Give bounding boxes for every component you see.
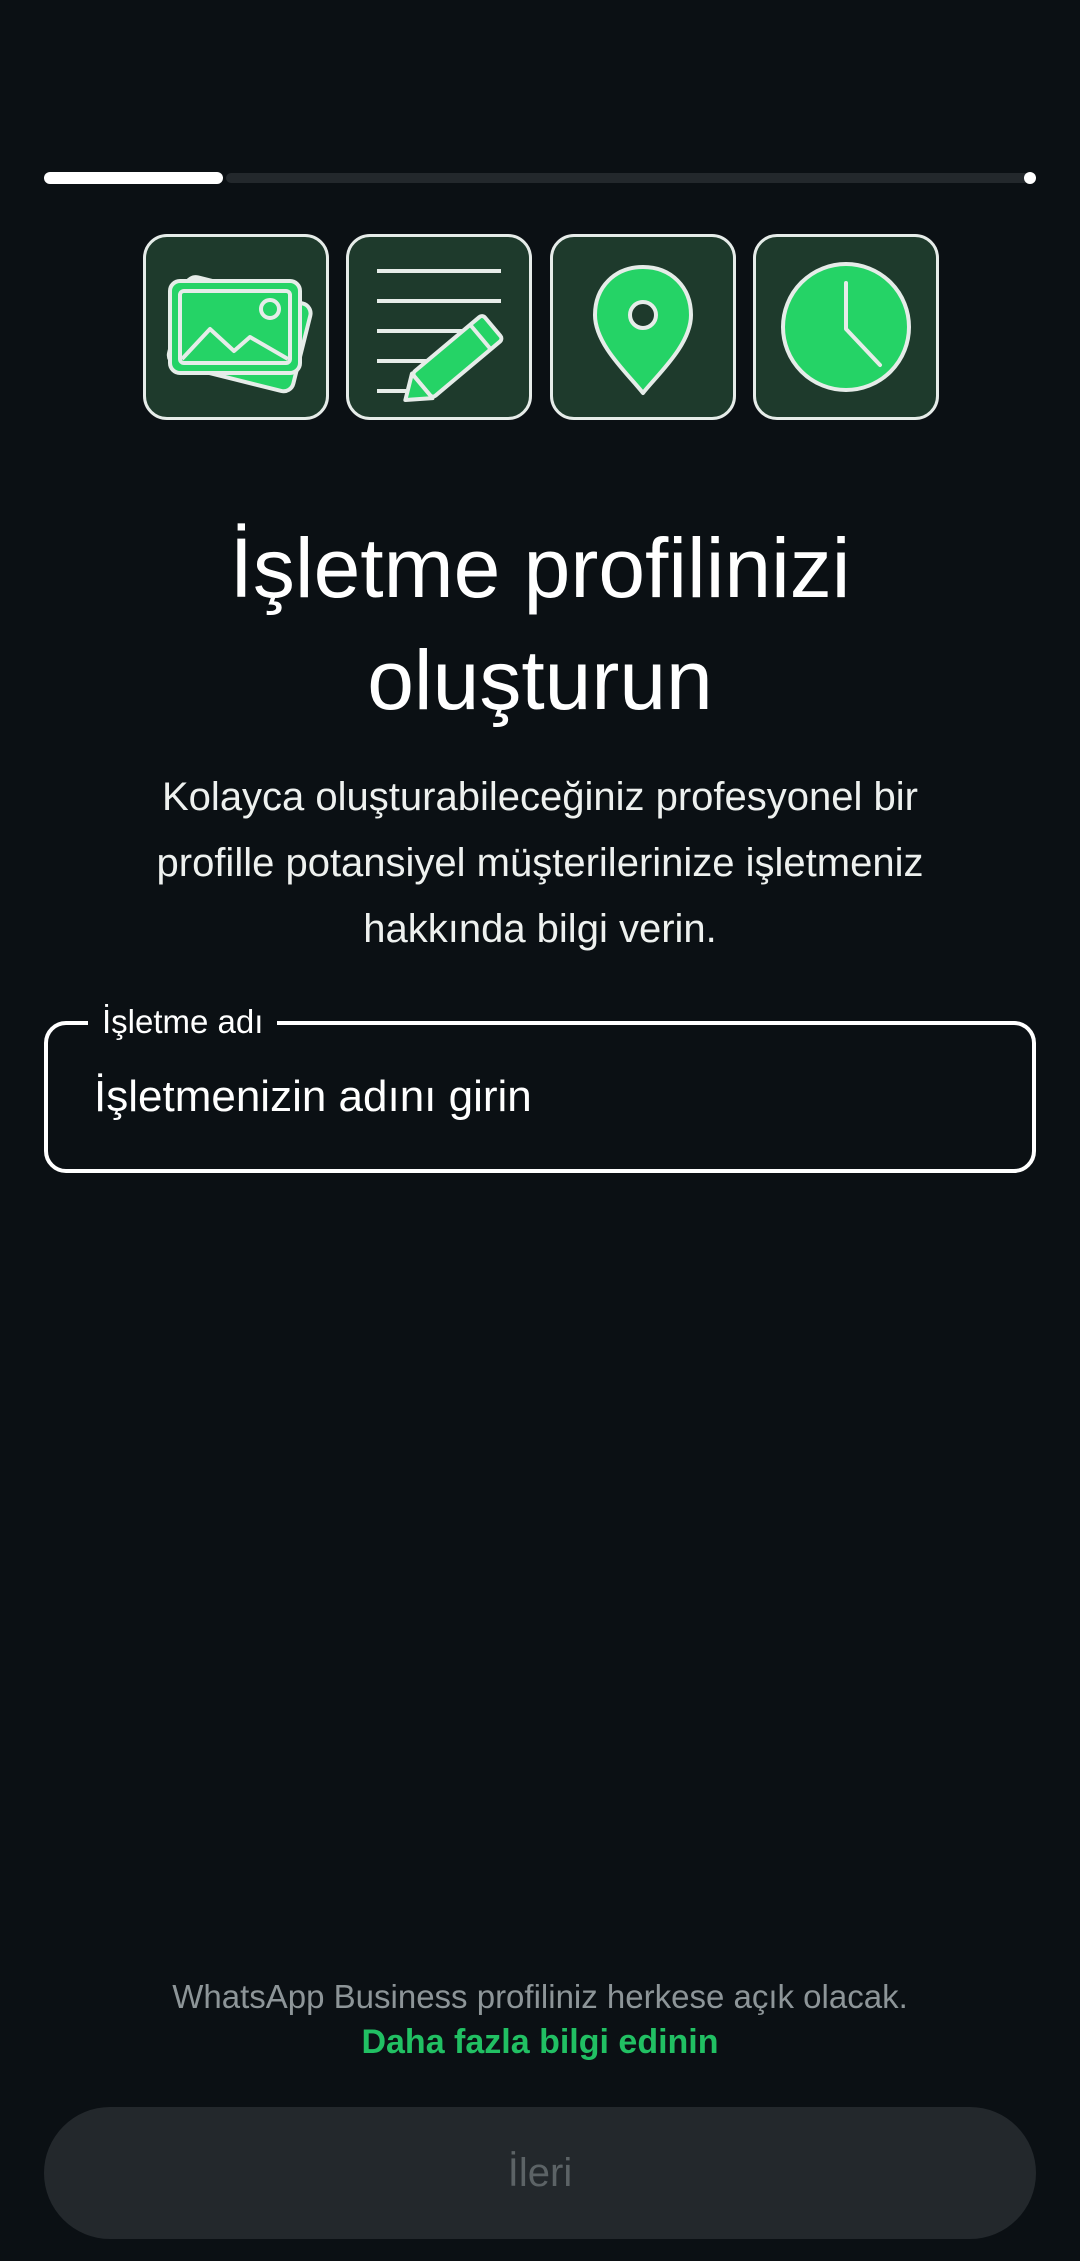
page-subtitle: Kolayca oluşturabileceğiniz profesyonel …: [156, 775, 924, 951]
business-name-field[interactable]: İşletme adı: [44, 999, 1036, 1173]
pencil-note-icon: [377, 269, 504, 402]
step-tile-hours: [753, 234, 939, 420]
business-name-input[interactable]: [94, 1025, 1002, 1169]
profile-step-icons: [143, 234, 939, 420]
onboarding-progress-bar: [44, 172, 1036, 184]
step-tile-description: [346, 234, 532, 420]
next-button[interactable]: İleri: [44, 2107, 1036, 2239]
location-pin-icon: [593, 265, 693, 395]
step-tile-photos: [143, 234, 329, 420]
page-title: İşletme profilinizi oluşturun: [229, 521, 851, 727]
learn-more-link[interactable]: Daha fazla bilgi edinin: [60, 2019, 1020, 2065]
image-icon: [166, 275, 313, 394]
progress-track: [226, 173, 1036, 183]
public-profile-note: WhatsApp Business profiliniz herkese açı…: [172, 1978, 908, 2015]
progress-end-dot: [1024, 172, 1036, 184]
clock-icon: [781, 262, 911, 392]
progress-fill: [44, 172, 223, 184]
step-tile-location: [550, 234, 736, 420]
